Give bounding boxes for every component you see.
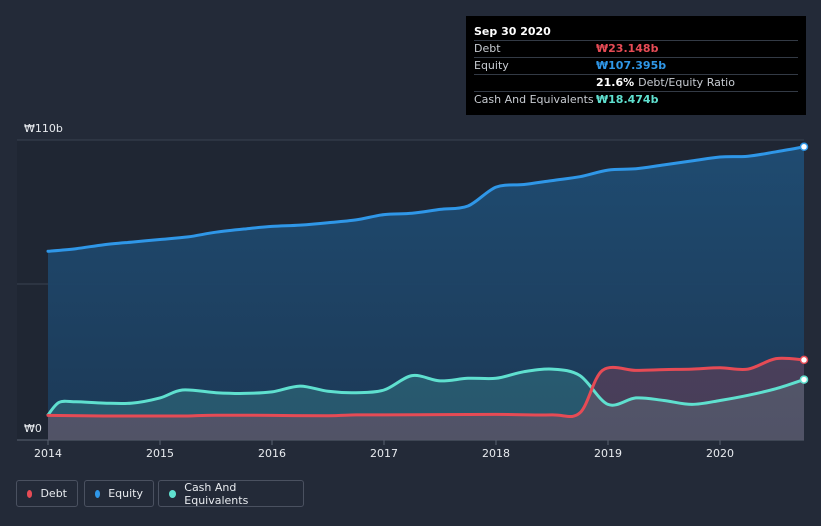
legend-cash[interactable]: Cash And Equivalents (158, 480, 304, 507)
legend-debt-label: Debt (40, 487, 67, 500)
tooltip-cash-value: ₩18.474b (596, 93, 659, 106)
tooltip-row-debt: Debt ₩23.148b (474, 40, 798, 57)
tooltip-row-cash: Cash And Equivalents ₩18.474b (474, 91, 798, 108)
tooltip-equity-value: ₩107.395b (596, 59, 667, 72)
tooltip-row-ratio: 21.6% Debt/Equity Ratio (474, 74, 798, 91)
legend-equity[interactable]: Equity (84, 480, 154, 507)
x-tick-label-2018: 2018 (482, 447, 510, 460)
tooltip-row-equity: Equity ₩107.395b (474, 57, 798, 74)
tooltip-debt-label: Debt (474, 42, 501, 55)
y-axis-top-label: ₩110b (24, 122, 63, 135)
tooltip: Sep 30 2020 Debt ₩23.148b Equity ₩107.39… (466, 16, 806, 115)
tooltip-ratio-value: 21.6% (596, 76, 635, 89)
y-axis-bottom-label: ₩0 (24, 422, 42, 435)
cash-dot-icon (169, 489, 177, 498)
x-tick-label-2014: 2014 (34, 447, 62, 460)
debt-dot-icon (27, 489, 33, 498)
tooltip-ratio-sub: Debt/Equity Ratio (638, 76, 735, 89)
x-tick-label-2020: 2020 (706, 447, 734, 460)
x-tick-label-2015: 2015 (146, 447, 174, 460)
legend-equity-label: Equity (108, 487, 143, 500)
debt-end-marker[interactable] (799, 355, 809, 365)
legend-cash-label: Cash And Equivalents (184, 480, 249, 507)
equity-dot-icon (95, 489, 101, 498)
cash-and-equivalents-end-marker[interactable] (799, 375, 809, 384)
tooltip-cash-label: Cash And Equivalents (474, 93, 594, 106)
equity-end-marker[interactable] (799, 142, 809, 152)
x-tick-label-2019: 2019 (594, 447, 622, 460)
x-tick-label-2016: 2016 (258, 447, 286, 460)
tooltip-date: Sep 30 2020 (474, 25, 551, 38)
tooltip-debt-value: ₩23.148b (596, 42, 659, 55)
x-tick-label-2017: 2017 (370, 447, 398, 460)
legend-debt[interactable]: Debt (16, 480, 78, 507)
tooltip-ratio-label (474, 75, 596, 91)
tooltip-equity-label: Equity (474, 59, 509, 72)
